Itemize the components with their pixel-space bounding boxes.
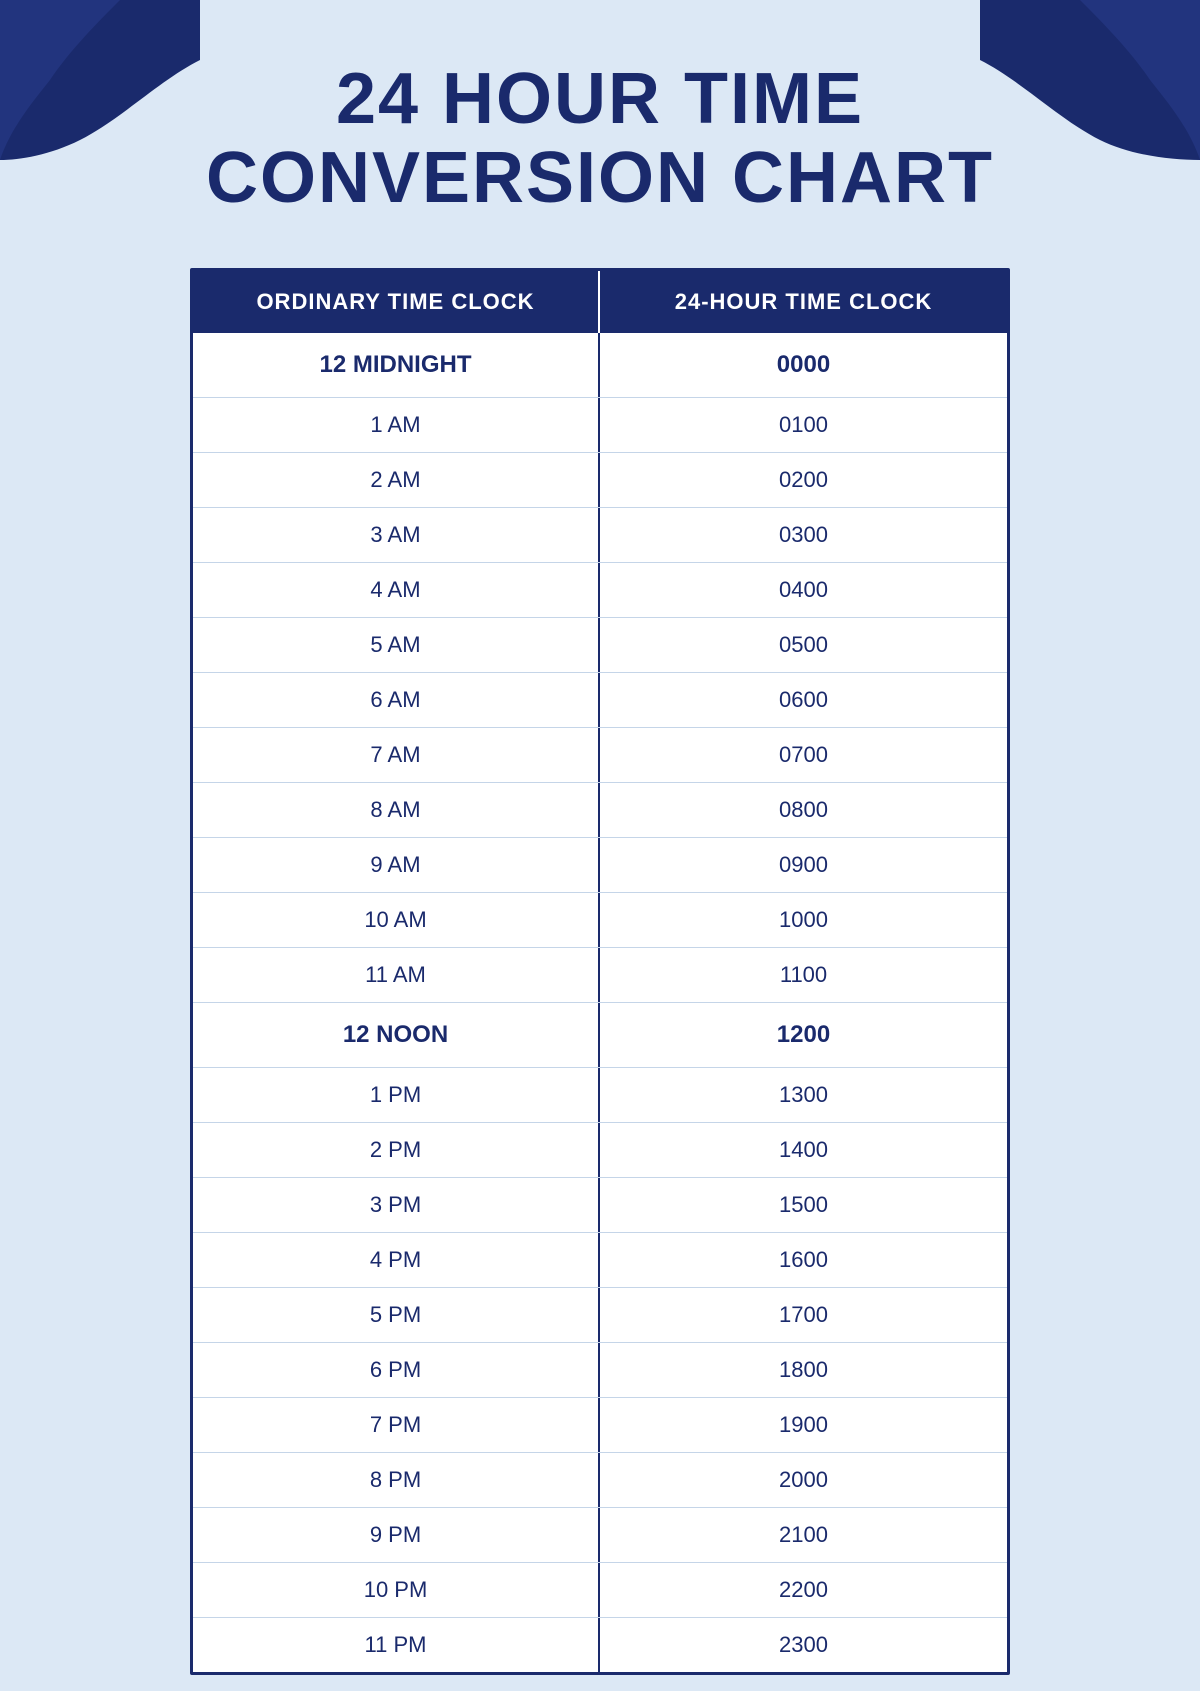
title-section: 24 HOUR TIME CONVERSION CHART [126,60,1074,218]
table-row: 11 PM2300 [193,1618,1007,1672]
table-row: 9 PM2100 [193,1508,1007,1563]
table-row: 9 AM0900 [193,838,1007,893]
page-wrapper: 24 HOUR TIME CONVERSION CHART ORDINARY T… [0,0,1200,1691]
ordinary-time-cell: 8 PM [193,1453,600,1507]
table-row: 12 MIDNIGHT0000 [193,333,1007,398]
military-time-cell: 2000 [600,1453,1007,1507]
table-header: ORDINARY TIME CLOCK 24-HOUR TIME CLOCK [193,271,1007,333]
table-row: 4 PM1600 [193,1233,1007,1288]
ordinary-time-cell: 11 PM [193,1618,600,1672]
table-row: 6 AM0600 [193,673,1007,728]
military-time-cell: 1900 [600,1398,1007,1452]
table-row: 2 PM1400 [193,1123,1007,1178]
table-row: 6 PM1800 [193,1343,1007,1398]
military-time-cell: 0500 [600,618,1007,672]
table-row: 1 AM0100 [193,398,1007,453]
ordinary-time-cell: 3 AM [193,508,600,562]
table-row: 4 AM0400 [193,563,1007,618]
ordinary-time-cell: 11 AM [193,948,600,1002]
ordinary-time-cell: 4 AM [193,563,600,617]
table-row: 7 PM1900 [193,1398,1007,1453]
ordinary-time-cell: 7 AM [193,728,600,782]
military-time-cell: 0300 [600,508,1007,562]
military-time-cell: 0000 [600,333,1007,397]
ordinary-time-cell: 9 PM [193,1508,600,1562]
ordinary-time-cell: 3 PM [193,1178,600,1232]
table-row: 10 PM2200 [193,1563,1007,1618]
table-row: 8 AM0800 [193,783,1007,838]
ordinary-time-cell: 2 AM [193,453,600,507]
conversion-table: ORDINARY TIME CLOCK 24-HOUR TIME CLOCK 1… [190,268,1010,1675]
ordinary-time-cell: 1 AM [193,398,600,452]
military-time-cell: 1600 [600,1233,1007,1287]
military-time-cell: 0200 [600,453,1007,507]
military-time-cell: 0800 [600,783,1007,837]
table-row: 7 AM0700 [193,728,1007,783]
military-time-cell: 0700 [600,728,1007,782]
military-time-cell: 2300 [600,1618,1007,1672]
military-time-cell: 1700 [600,1288,1007,1342]
military-time-cell: 1400 [600,1123,1007,1177]
table-row: 1 PM1300 [193,1068,1007,1123]
ordinary-time-cell: 6 PM [193,1343,600,1397]
ordinary-time-cell: 10 AM [193,893,600,947]
military-time-cell: 1300 [600,1068,1007,1122]
table-row: 8 PM2000 [193,1453,1007,1508]
page-title: 24 HOUR TIME CONVERSION CHART [206,60,994,218]
table-row: 2 AM0200 [193,453,1007,508]
ordinary-time-cell: 4 PM [193,1233,600,1287]
military-time-cell: 2100 [600,1508,1007,1562]
header-24hour-time: 24-HOUR TIME CLOCK [600,271,1007,333]
table-row: 10 AM1000 [193,893,1007,948]
military-time-cell: 1200 [600,1003,1007,1067]
table-row: 5 PM1700 [193,1288,1007,1343]
military-time-cell: 0100 [600,398,1007,452]
table-body: 12 MIDNIGHT00001 AM01002 AM02003 AM03004… [193,333,1007,1672]
ordinary-time-cell: 1 PM [193,1068,600,1122]
military-time-cell: 0600 [600,673,1007,727]
ordinary-time-cell: 10 PM [193,1563,600,1617]
ordinary-time-cell: 8 AM [193,783,600,837]
ordinary-time-cell: 12 NOON [193,1003,600,1067]
military-time-cell: 1800 [600,1343,1007,1397]
military-time-cell: 0900 [600,838,1007,892]
ordinary-time-cell: 2 PM [193,1123,600,1177]
military-time-cell: 1500 [600,1178,1007,1232]
table-row: 5 AM0500 [193,618,1007,673]
ordinary-time-cell: 5 PM [193,1288,600,1342]
ordinary-time-cell: 7 PM [193,1398,600,1452]
table-row: 3 PM1500 [193,1178,1007,1233]
ordinary-time-cell: 6 AM [193,673,600,727]
ordinary-time-cell: 5 AM [193,618,600,672]
military-time-cell: 2200 [600,1563,1007,1617]
table-row: 3 AM0300 [193,508,1007,563]
table-row: 11 AM1100 [193,948,1007,1003]
ordinary-time-cell: 9 AM [193,838,600,892]
military-time-cell: 0400 [600,563,1007,617]
military-time-cell: 1100 [600,948,1007,1002]
ordinary-time-cell: 12 MIDNIGHT [193,333,600,397]
table-row: 12 NOON1200 [193,1003,1007,1068]
military-time-cell: 1000 [600,893,1007,947]
header-ordinary-time: ORDINARY TIME CLOCK [193,271,600,333]
